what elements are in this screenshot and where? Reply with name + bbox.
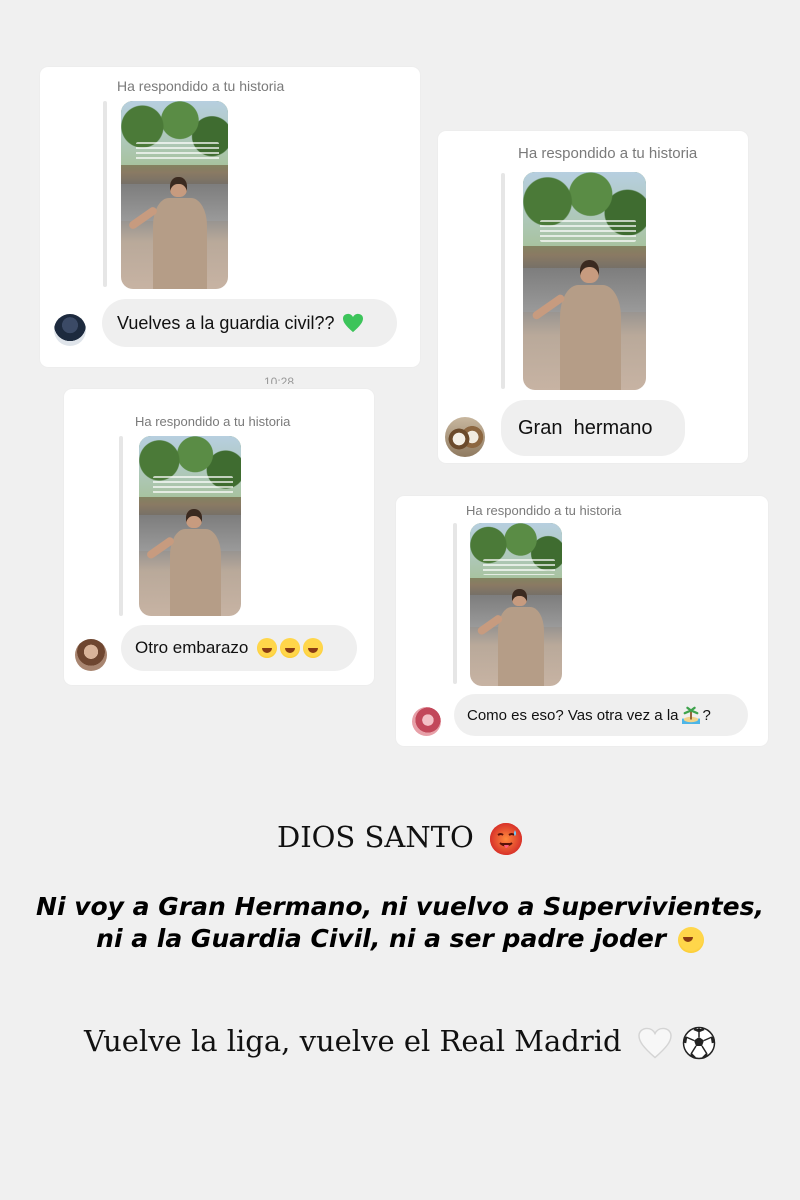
- reply-quote-line: [103, 101, 107, 287]
- caption-text: DIOS SANTO: [276, 820, 474, 854]
- white-heart-icon: [638, 1027, 672, 1059]
- reply-quote-line: [501, 173, 505, 389]
- reply-quote-line: [453, 523, 457, 684]
- story-reply-card-1: Ha respondido a tu historia Vuelves a la…: [40, 67, 420, 367]
- rolling-laughing-icon: [257, 638, 278, 658]
- avatar[interactable]: [54, 314, 86, 346]
- reply-text: Como es eso? Vas otra vez a la: [467, 706, 679, 724]
- reply-text: Otro embarazo: [135, 638, 249, 657]
- caption-text-3: Vuelve la liga, vuelve el Real Madrid: [84, 1024, 622, 1058]
- story-thumbnail[interactable]: [470, 523, 562, 686]
- reply-message-bubble: Gran hermano: [501, 400, 685, 456]
- reply-message-bubble: Vuelves a la guardia civil??: [102, 299, 397, 347]
- reply-header: Ha respondido a tu historia: [518, 145, 698, 162]
- green-heart-icon: [343, 313, 364, 333]
- reply-header: Ha respondido a tu historia: [466, 503, 622, 518]
- desert-island-icon: [681, 706, 700, 724]
- story-reply-card-3: 10:28 Ha respondido a tu historia Otro e…: [64, 376, 374, 685]
- reply-message-bubble: Otro embarazo: [121, 625, 357, 671]
- hot-face-icon: [490, 823, 523, 855]
- caption-text-2b-wrap: ni a la Guardia Civil, ni a ser padre jo…: [0, 923, 800, 955]
- rolling-laughing-icon: [280, 638, 301, 658]
- reply-text: Vuelves a la guardia civil??: [117, 312, 335, 333]
- reply-header: Ha respondido a tu historia: [117, 78, 285, 94]
- avatar[interactable]: [75, 639, 107, 671]
- caption-line-2: Ni voy a Gran Hermano, ni vuelvo a Super…: [0, 891, 800, 955]
- reply-message-bubble: Como es eso? Vas otra vez a la ?: [454, 694, 748, 736]
- reply-text-end: ?: [702, 706, 711, 724]
- reply-header: Ha respondido a tu historia: [135, 414, 291, 429]
- rolling-laughing-icon: [303, 638, 324, 658]
- caption-line-3: Vuelve la liga, vuelve el Real Madrid: [0, 1022, 800, 1060]
- avatar[interactable]: [445, 417, 485, 457]
- rolling-laughing-icon: [677, 927, 704, 953]
- reply-quote-line: [119, 436, 123, 616]
- caption-text-2a: Ni voy a Gran Hermano, ni vuelvo a Super…: [36, 892, 764, 921]
- avatar[interactable]: [412, 707, 441, 736]
- caption-line-1: DIOS SANTO: [0, 818, 800, 856]
- reply-text: Gran hermano: [518, 416, 653, 439]
- timestamp-fragment: 10:28: [264, 376, 295, 384]
- soccer-ball-icon: [682, 1026, 716, 1060]
- story-reply-card-2: Ha respondido a tu historia Gran hermano: [438, 131, 748, 463]
- story-thumbnail[interactable]: [121, 101, 228, 289]
- story-thumbnail[interactable]: [523, 172, 646, 390]
- caption-text-2b: ni a la Guardia Civil, ni a ser padre jo…: [96, 924, 667, 953]
- story-thumbnail[interactable]: [139, 436, 241, 616]
- story-reply-card-4: Ha respondido a tu historia Como es eso?…: [396, 496, 768, 746]
